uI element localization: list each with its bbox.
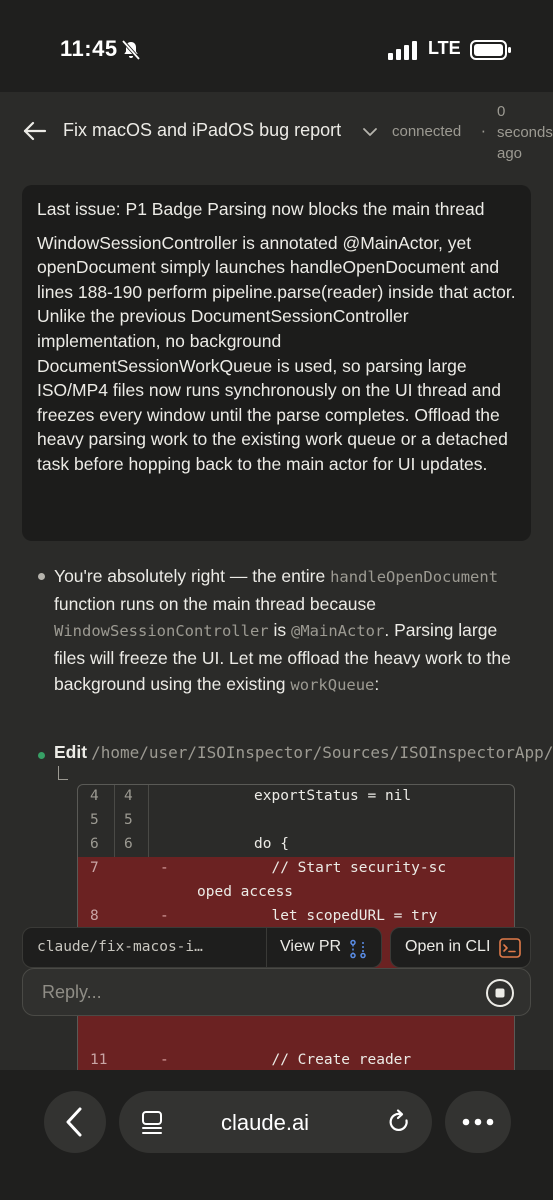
chevron-down-icon[interactable] [362, 126, 378, 138]
diff-row: 7 - // Start security-sc [78, 857, 514, 881]
diff-row [78, 1025, 514, 1049]
terminal-icon [499, 938, 521, 958]
open-in-cli-button[interactable]: Open in CLI [390, 927, 531, 968]
diff-row: 8 - let scopedURL = try [78, 905, 514, 929]
inline-code: handleOpenDocument [330, 568, 499, 586]
conversation-header: Fix macOS and iPadOS bug report connecte… [0, 92, 553, 172]
view-pr-button[interactable]: View PR [280, 938, 341, 956]
more-menu-button[interactable] [445, 1091, 511, 1153]
stop-icon[interactable] [485, 978, 515, 1008]
network-type: LTE [428, 38, 461, 58]
old-line-number: 8 [90, 908, 99, 924]
last-updated: 0 seconds ago [497, 103, 553, 162]
connection-status: connected [392, 123, 462, 140]
diff-marker: - [160, 908, 169, 924]
reply-input[interactable] [23, 969, 463, 1015]
open-in-cli-label: Open in CLI [405, 938, 491, 955]
branch-pill: claude/fix-macos-i… View PR [22, 927, 382, 969]
conversation-title[interactable]: Fix macOS and iPadOS bug report [63, 120, 341, 141]
old-line-number: 6 [90, 836, 99, 852]
diff-code: exportStatus = nil [254, 788, 412, 804]
assistant-text: You're absolutely right — the entire [54, 566, 331, 586]
assistant-text: is [268, 620, 292, 640]
url-text: claude.ai [221, 1110, 310, 1135]
assistant-text: : [374, 674, 380, 694]
status-bar: 11:45 LTE [0, 0, 553, 92]
tool-status-dot [38, 752, 45, 759]
message-bullet [38, 573, 45, 580]
edit-file-path: /home/user/ISOInspector/Sources/ISOInspe… [91, 743, 553, 762]
tree-connector [58, 766, 68, 780]
user-message: Last issue: P1 Badge Parsing now blocks … [22, 185, 531, 541]
old-line-number: 11 [90, 1052, 108, 1068]
inline-code: @MainActor [291, 622, 385, 640]
new-line-number: 6 [124, 836, 133, 852]
reply-box [22, 968, 531, 1016]
back-arrow-icon[interactable] [22, 118, 48, 144]
diff-row: 55 [78, 809, 514, 833]
diff-code: let scopedURL = try [254, 908, 438, 924]
browser-back-button[interactable] [44, 1091, 106, 1153]
pull-request-icon[interactable] [349, 939, 367, 959]
new-line-number: 4 [124, 788, 133, 804]
inline-code: workQueue [290, 676, 375, 694]
diff-code: oped access [197, 884, 294, 900]
diff-code: // Create reader [254, 1052, 412, 1068]
assistant-message: You're absolutely right — the entire han… [54, 563, 524, 699]
battery-icon [470, 40, 511, 60]
user-message-body: WindowSessionController is annotated @Ma… [37, 232, 516, 474]
signal-icon [388, 41, 417, 60]
status-separator: · [481, 123, 486, 141]
diff-marker: - [160, 1052, 169, 1068]
diff-marker: - [160, 860, 169, 876]
diff-code: do { [254, 836, 289, 852]
branch-name[interactable]: claude/fix-macos-i… [37, 939, 203, 955]
address-bar[interactable]: claude.ai [119, 1091, 432, 1153]
inline-code: WindowSessionController [54, 622, 269, 640]
user-message-heading: Last issue: P1 Badge Parsing now blocks … [37, 199, 485, 219]
old-line-number: 4 [90, 788, 99, 804]
ellipsis-icon [462, 1118, 494, 1126]
status-time: 11:45 [60, 36, 118, 61]
edit-tool-call[interactable]: Edit/home/user/ISOInspector/Sources/ISOI… [54, 742, 553, 763]
diff-row: oped access [78, 881, 514, 905]
diff-code: // Start security-sc [254, 860, 447, 876]
bell-slash-icon [121, 39, 141, 61]
old-line-number: 7 [90, 860, 99, 876]
browser-toolbar: claude.ai [0, 1070, 553, 1200]
diff-row: 6 6 do { [78, 833, 514, 857]
reload-icon[interactable] [385, 1108, 413, 1136]
new-line-number: 5 [124, 812, 133, 828]
pill-divider [266, 928, 267, 969]
old-line-number: 5 [90, 812, 99, 828]
tabs-icon[interactable] [139, 1110, 165, 1136]
chevron-left-icon [66, 1107, 82, 1137]
edit-label: Edit [54, 742, 88, 762]
assistant-text: function runs on the main thread because [54, 593, 377, 614]
diff-row: 4 4 exportStatus = nil [78, 785, 514, 809]
